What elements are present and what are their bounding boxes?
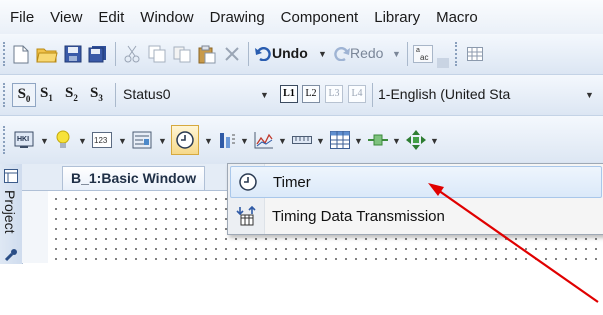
annotation-arrow [428, 183, 599, 303]
